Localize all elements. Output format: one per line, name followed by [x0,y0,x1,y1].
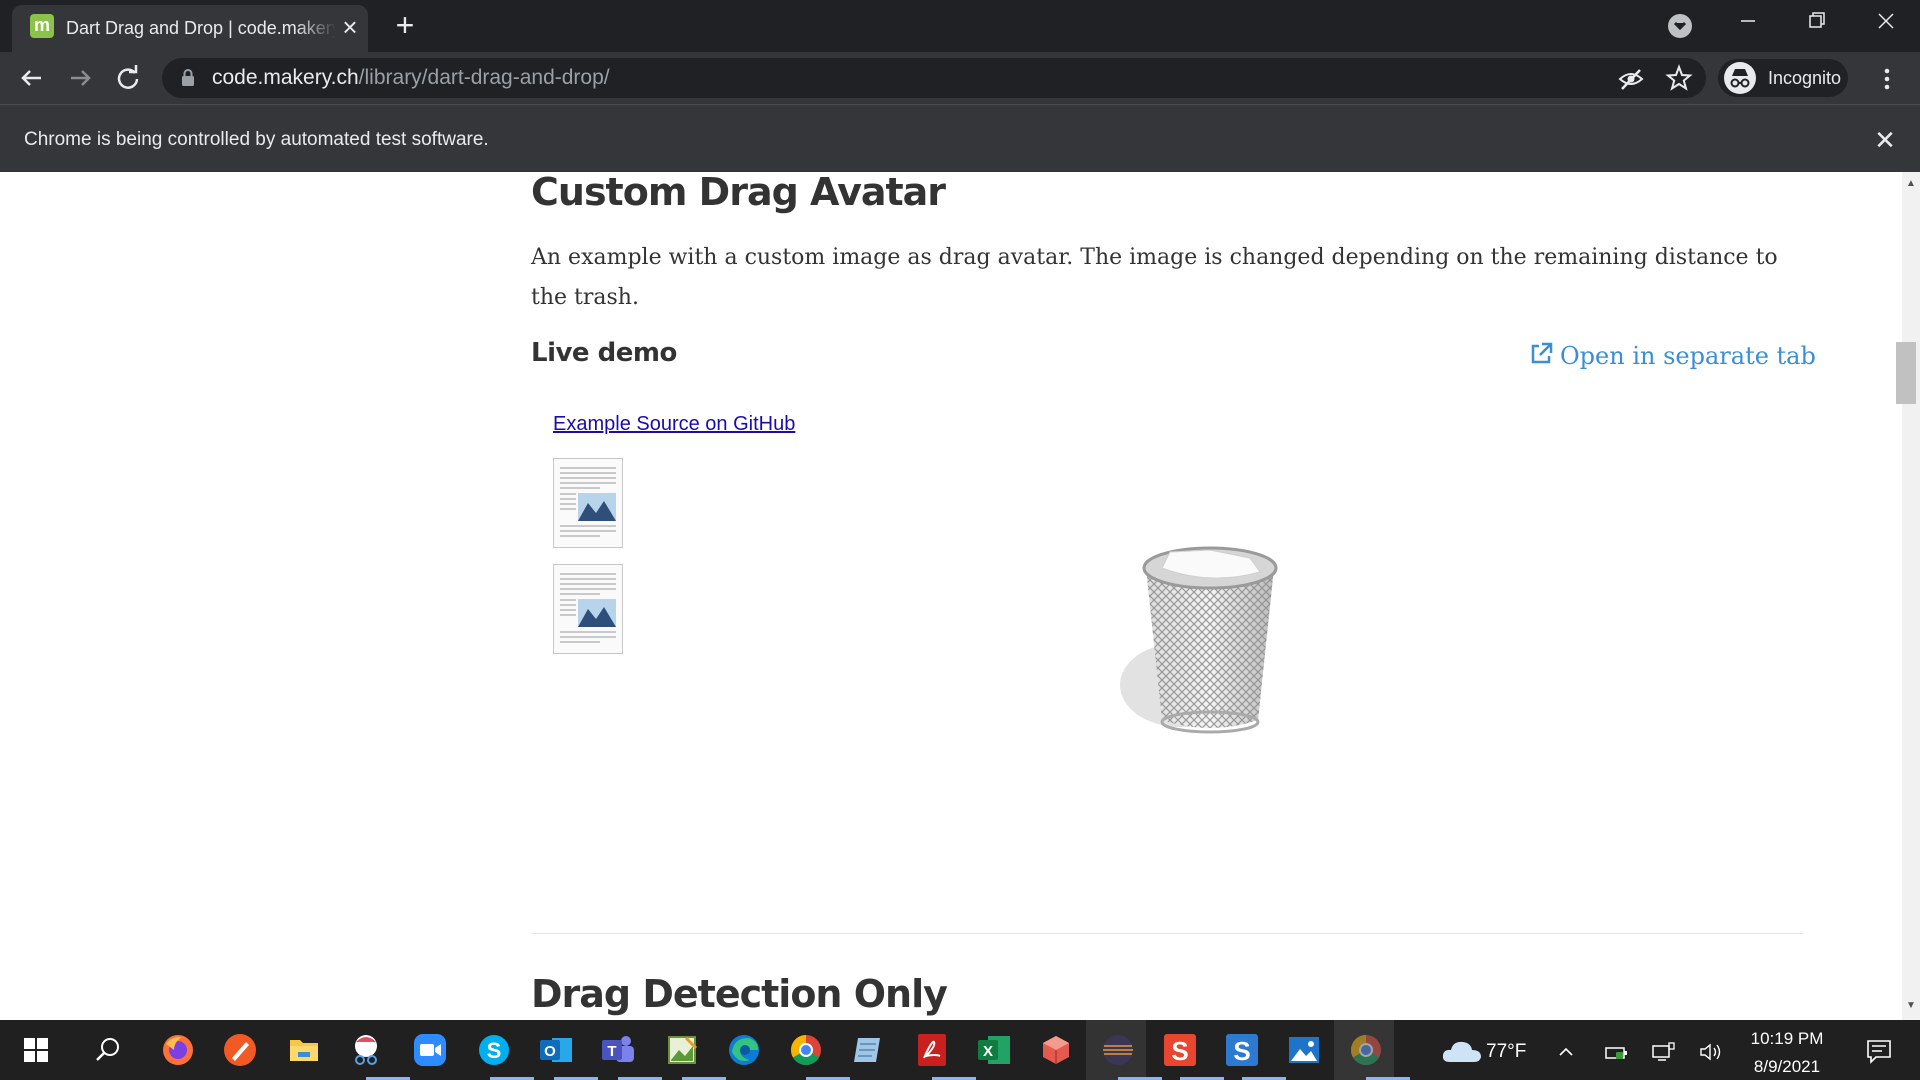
network-icon[interactable] [1650,1040,1676,1069]
sublime-s-blue-icon[interactable]: S [1222,1030,1262,1070]
tab-title: Dart Drag and Drop | code.makery.ch [66,18,336,38]
clock-date[interactable]: 8/9/2021 [1748,1054,1826,1080]
draggable-document-thumbnail[interactable] [553,458,623,548]
tab-search-icon[interactable] [1668,14,1692,38]
svg-text:S: S [487,1038,502,1063]
scrollbar-thumb[interactable] [1896,342,1916,404]
search-icon[interactable] [88,1030,128,1070]
svg-text:X: X [983,1043,993,1060]
chevron-up-icon[interactable] [1556,1040,1576,1069]
forward-button[interactable] [62,60,98,96]
hover-highlight [1086,1020,1146,1080]
minimize-button[interactable] [1728,6,1768,36]
chrome-icon[interactable] [786,1030,826,1070]
new-tab-button[interactable]: + [390,9,420,41]
firefox-icon[interactable] [158,1030,198,1070]
zoom-icon[interactable] [410,1030,450,1070]
clock-time[interactable]: 10:19 PM [1748,1026,1826,1052]
open-in-separate-tab-link[interactable]: Open in separate tab [1528,340,1816,372]
start-icon[interactable] [16,1030,56,1070]
trash-bin-drop-target[interactable] [1110,540,1310,740]
section-heading-drag-detection: Drag Detection Only [531,972,948,1016]
section-heading-custom-drag-avatar: Custom Drag Avatar [531,170,946,214]
draggable-document-thumbnail[interactable] [553,564,623,654]
page-scrollbar[interactable] [1902,172,1920,1020]
scroll-up-arrow-icon[interactable]: ▲ [1902,178,1920,192]
svg-text:S: S [1233,1036,1250,1066]
svg-text:S: S [1171,1036,1188,1066]
live-demo-heading: Live demo [531,338,677,368]
weather-temperature[interactable]: 77°F [1486,1040,1526,1064]
section-intro-text: An example with a custom image as drag a… [531,245,1778,310]
eye-off-icon[interactable] [1616,64,1646,94]
browser-tab[interactable]: m Dart Drag and Drop | code.makery.ch × [12,5,368,52]
weather-cloud-icon[interactable] [1440,1036,1484,1066]
snipping-tool-icon[interactable] [346,1030,386,1070]
open-in-separate-tab-label: Open in separate tab [1560,342,1816,370]
file-explorer-icon[interactable] [284,1030,324,1070]
example-source-github-link[interactable]: Example Source on GitHub [553,413,795,436]
excel-icon[interactable]: X [974,1030,1014,1070]
paint-tool-icon[interactable] [220,1030,260,1070]
sublime-s-icon[interactable]: S [1160,1030,1200,1070]
scroll-down-arrow-icon[interactable]: ▼ [1902,1000,1920,1014]
restore-button[interactable] [1796,6,1836,36]
teams-icon[interactable]: T [598,1030,638,1070]
notification-center-icon[interactable] [1864,1036,1894,1066]
section-divider [531,933,1803,934]
image-editor-icon[interactable] [662,1030,702,1070]
close-window-button[interactable] [1866,6,1906,36]
bookmark-star-icon[interactable] [1664,63,1694,93]
incognito-icon [1724,62,1756,94]
url-host: code.makery.ch [212,66,359,89]
tab-close-icon[interactable]: × [336,13,364,41]
notes-app-icon[interactable] [848,1030,888,1070]
lock-icon[interactable] [180,68,196,88]
photos-icon[interactable] [1284,1030,1324,1070]
active-app-highlight [1334,1020,1394,1080]
back-button[interactable] [14,60,50,96]
url-text[interactable]: code.makery.ch/library/dart-drag-and-dro… [212,64,610,92]
volume-icon[interactable] [1698,1040,1724,1069]
skype-icon[interactable]: S [474,1030,514,1070]
outlook-icon[interactable]: O [536,1030,576,1070]
reload-button[interactable] [110,60,146,96]
tab-favicon-icon: m [30,14,54,38]
acrobat-icon[interactable] [912,1030,952,1070]
incognito-label: Incognito [1768,68,1842,88]
url-path: /library/dart-drag-and-drop/ [358,66,610,89]
infobar-message: Chrome is being controlled by automated … [24,129,489,150]
edge-icon[interactable] [724,1030,764,1070]
battery-icon[interactable] [1604,1040,1630,1069]
kebab-menu-icon[interactable] [1880,64,1894,94]
svg-text:O: O [544,1043,556,1060]
infobar-close-icon[interactable]: ✕ [1870,126,1900,156]
3d-builder-icon[interactable] [1036,1030,1076,1070]
svg-text:T: T [607,1043,616,1060]
external-link-icon [1531,342,1553,364]
